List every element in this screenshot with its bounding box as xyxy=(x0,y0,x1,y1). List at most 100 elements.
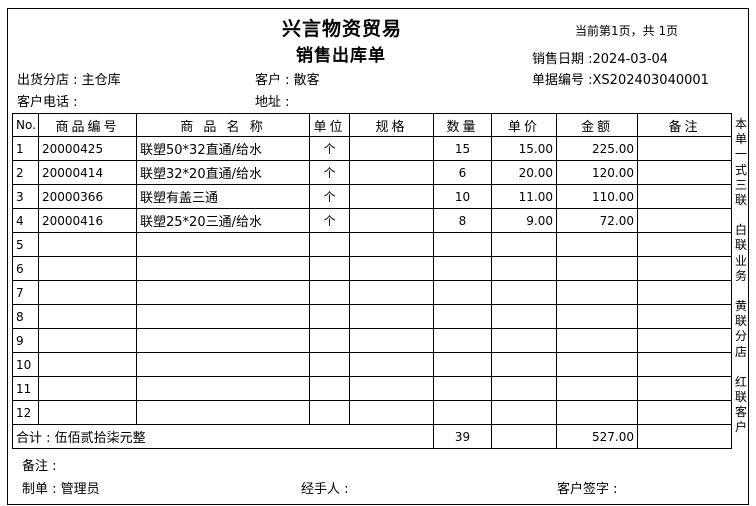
unit-price-cell: 11.00 xyxy=(491,184,557,209)
amount-cell xyxy=(556,400,638,425)
row-no-cell: 3 xyxy=(12,184,39,209)
note-cell xyxy=(637,280,732,305)
item-name-cell: 联塑50*32直通/给水 xyxy=(136,136,310,161)
item-name-cell: 联塑有盖三通 xyxy=(136,184,310,209)
note-cell xyxy=(637,160,732,185)
unit-cell: 个 xyxy=(309,208,350,233)
item-name-cell xyxy=(136,400,310,425)
unit-cell xyxy=(309,304,350,329)
item-code-cell xyxy=(38,352,137,377)
quantity-cell xyxy=(433,304,492,329)
amount-cell xyxy=(556,280,638,305)
spec-cell xyxy=(349,256,434,281)
unit-cell: 个 xyxy=(309,136,350,161)
table-row: 10 xyxy=(12,352,732,377)
spec-cell xyxy=(349,304,434,329)
item-name-cell: 联塑25*20三通/给水 xyxy=(136,208,310,233)
unit-price-cell xyxy=(491,328,557,353)
item-code-cell: 20000425 xyxy=(38,136,137,161)
header-spec: 规格 xyxy=(349,113,434,137)
total-price-blank xyxy=(491,424,557,449)
note-cell xyxy=(637,328,732,353)
item-code-cell: 20000416 xyxy=(38,208,137,233)
amount-cell: 225.00 xyxy=(556,136,638,161)
header-no: No. xyxy=(12,113,39,137)
document-title: 销售出库单 xyxy=(296,46,386,66)
unit-price-cell: 9.00 xyxy=(491,208,557,233)
table-row: 6 xyxy=(12,256,732,281)
spec-cell xyxy=(349,136,434,161)
row-no-cell: 7 xyxy=(12,280,39,305)
quantity-cell xyxy=(433,232,492,257)
quantity-cell: 8 xyxy=(433,208,492,233)
item-code-cell: 20000414 xyxy=(38,160,137,185)
item-code-cell xyxy=(38,328,137,353)
quantity-cell xyxy=(433,376,492,401)
row-no-cell: 9 xyxy=(12,328,39,353)
unit-price-cell xyxy=(491,352,557,377)
total-quantity: 39 xyxy=(433,424,492,449)
header-qty: 数量 xyxy=(433,113,492,137)
remark-label: 备注 : xyxy=(22,459,57,474)
spec-cell xyxy=(349,160,434,185)
row-no-cell: 2 xyxy=(12,160,39,185)
amount-cell xyxy=(556,352,638,377)
table-row: 11 xyxy=(12,376,732,401)
note-cell xyxy=(637,304,732,329)
quantity-cell xyxy=(433,352,492,377)
unit-cell: 个 xyxy=(309,184,350,209)
item-name-cell xyxy=(136,352,310,377)
customer-phone: 客户电话 : xyxy=(17,95,78,110)
unit-price-cell: 20.00 xyxy=(491,160,557,185)
unit-price-cell xyxy=(491,400,557,425)
unit-cell xyxy=(309,376,350,401)
note-cell xyxy=(637,352,732,377)
header-name: 商 品 名 称 xyxy=(136,113,310,137)
unit-cell xyxy=(309,232,350,257)
amount-cell: 110.00 xyxy=(556,184,638,209)
row-no-cell: 1 xyxy=(12,136,39,161)
note-cell xyxy=(637,400,732,425)
header-price: 单价 xyxy=(491,113,557,137)
table-row: 2 20000414 联塑32*20直通/给水个 6 20.00 120.00 xyxy=(12,160,732,185)
item-code-cell xyxy=(38,400,137,425)
item-code-cell xyxy=(38,232,137,257)
unit-cell: 个 xyxy=(309,160,350,185)
spec-cell xyxy=(349,280,434,305)
spec-cell xyxy=(349,400,434,425)
table-row: 4 20000416 联塑25*20三通/给水个 8 9.00 72.00 xyxy=(12,208,732,233)
spec-cell xyxy=(349,184,434,209)
row-no-cell: 4 xyxy=(12,208,39,233)
unit-price-cell xyxy=(491,232,557,257)
quantity-cell xyxy=(433,256,492,281)
row-no-cell: 11 xyxy=(12,376,39,401)
header-unit: 单位 xyxy=(309,113,350,137)
row-no-cell: 12 xyxy=(12,400,39,425)
company-name: 兴言物资贸易 xyxy=(282,18,403,40)
header-amount: 金额 xyxy=(556,113,638,137)
spec-cell xyxy=(349,328,434,353)
amount-cell xyxy=(556,232,638,257)
unit-price-cell xyxy=(491,256,557,281)
item-name-cell xyxy=(136,256,310,281)
table-row: 9 xyxy=(12,328,732,353)
side-note-white: 白联业务 xyxy=(734,223,747,283)
unit-cell xyxy=(309,400,350,425)
unit-price-cell xyxy=(491,376,557,401)
table-row: 12 xyxy=(12,400,732,425)
row-no-cell: 8 xyxy=(12,304,39,329)
spec-cell xyxy=(349,208,434,233)
item-code-cell xyxy=(38,376,137,401)
handler: 经手人 : xyxy=(301,482,349,497)
note-cell xyxy=(637,208,732,233)
item-code-cell xyxy=(38,280,137,305)
unit-price-cell xyxy=(491,304,557,329)
unit-cell xyxy=(309,280,350,305)
header-note: 备注 xyxy=(637,113,732,137)
item-name-cell: 联塑32*20直通/给水 xyxy=(136,160,310,185)
unit-price-cell xyxy=(491,280,557,305)
row-no-cell: 5 xyxy=(12,232,39,257)
unit-cell xyxy=(309,352,350,377)
amount-cell xyxy=(556,376,638,401)
table-row: 3 20000366 联塑有盖三通个 10 11.00 110.00 xyxy=(12,184,732,209)
